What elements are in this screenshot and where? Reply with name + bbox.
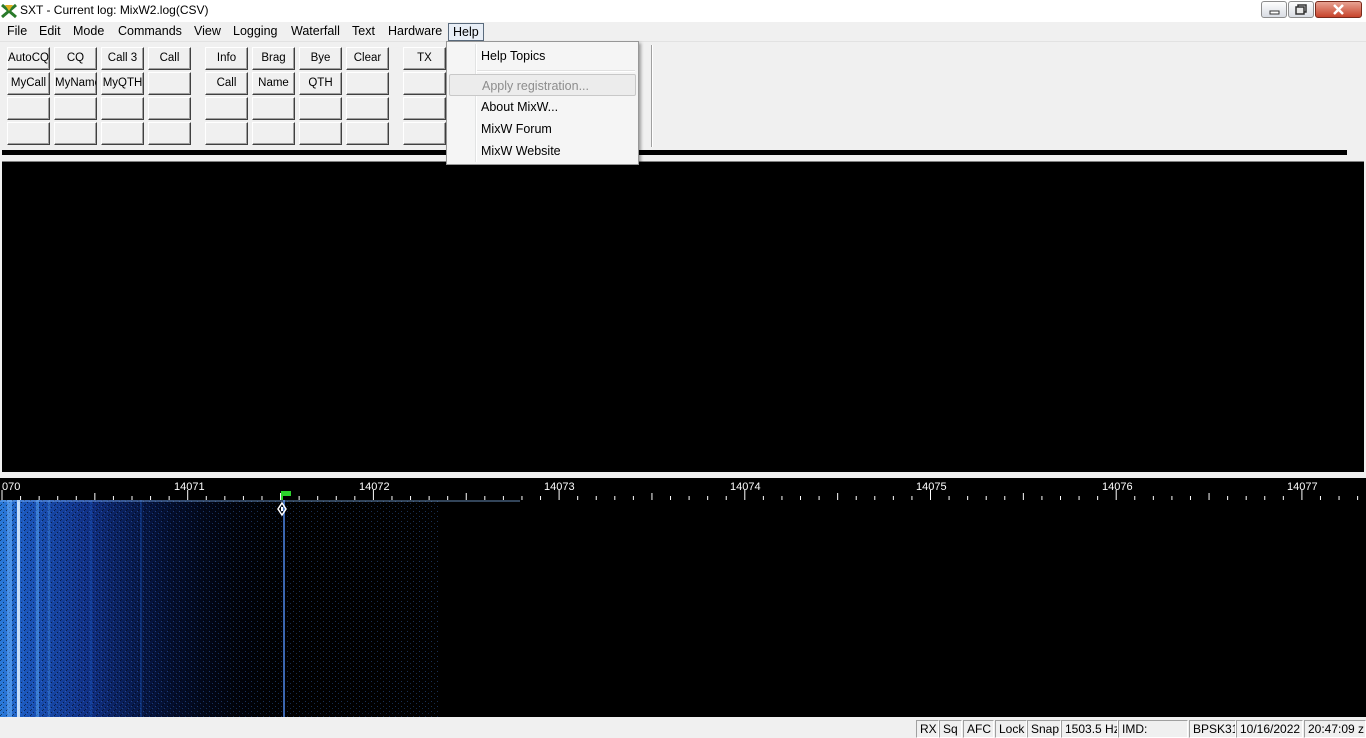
menu-item-about[interactable]: About MixW...	[449, 96, 636, 118]
macro-button[interactable]: Call	[205, 72, 248, 95]
status-frequency: 1503.5 Hz	[1061, 720, 1118, 738]
scale-label: 14077	[1287, 481, 1318, 493]
tx-text-strip	[0, 148, 1366, 157]
menu-view[interactable]: View	[190, 23, 225, 41]
menu-commands[interactable]: Commands	[114, 23, 186, 41]
macro-button[interactable]: MyCall	[7, 72, 50, 95]
menu-file[interactable]: File	[3, 23, 31, 41]
minimize-button[interactable]	[1261, 1, 1287, 18]
menu-separator	[477, 70, 635, 72]
macro-button[interactable]: QTH	[299, 72, 342, 95]
status-rx[interactable]: RX	[916, 720, 939, 738]
macro-button[interactable]	[54, 97, 97, 120]
macro-button[interactable]	[7, 122, 50, 145]
menu-hardware[interactable]: Hardware	[384, 23, 446, 41]
window-title: SXT - Current log: MixW2.log(CSV)	[20, 3, 209, 17]
scale-label: 14073	[544, 481, 575, 493]
macro-button[interactable]: Call 3	[101, 47, 144, 70]
menu-item-forum[interactable]: MixW Forum	[449, 118, 636, 140]
minimize-icon	[1269, 10, 1280, 15]
menu-help[interactable]: Help	[448, 23, 484, 41]
macro-button[interactable]	[205, 122, 248, 145]
macro-button[interactable]	[148, 122, 191, 145]
macro-button[interactable]: Brag	[252, 47, 295, 70]
macro-button[interactable]: Call	[148, 47, 191, 70]
menu-edit[interactable]: Edit	[35, 23, 65, 41]
status-imd: IMD:	[1118, 720, 1188, 738]
macro-button[interactable]	[403, 122, 446, 145]
status-time: 20:47:09 z	[1304, 720, 1366, 738]
scale-ticks	[1, 490, 1359, 500]
panel-divider	[651, 45, 653, 147]
macro-button[interactable]: MyName	[54, 72, 97, 95]
macro-button[interactable]	[7, 97, 50, 120]
macro-button[interactable]: CQ	[54, 47, 97, 70]
menu-logging[interactable]: Logging	[229, 23, 282, 41]
macro-button[interactable]	[403, 97, 446, 120]
status-bar: RX Sq AFC Lock Snap 1503.5 Hz IMD: BPSK3…	[0, 718, 1366, 738]
macro-button[interactable]	[252, 97, 295, 120]
tuning-flag-icon[interactable]	[280, 490, 294, 500]
tx-text-window[interactable]	[2, 150, 1347, 155]
close-icon	[1333, 4, 1344, 15]
waterfall-display[interactable]	[0, 500, 1366, 717]
menu-item-help-topics[interactable]: Help Topics	[449, 45, 636, 67]
cursor-marker-icon[interactable]	[276, 502, 288, 516]
close-button[interactable]	[1315, 1, 1362, 18]
macro-button[interactable]: Info	[205, 47, 248, 70]
scale-label: 14071	[174, 481, 205, 493]
macro-button[interactable]: TX	[403, 47, 446, 70]
restore-button[interactable]	[1288, 1, 1314, 18]
macro-button[interactable]	[299, 97, 342, 120]
macro-button-panel: AutoCQ CQ Call 3 Call Info Brag Bye Clear TX MyCa…	[0, 43, 1366, 150]
scale-label: 14072	[359, 481, 390, 493]
macro-button[interactable]	[346, 122, 389, 145]
macro-button[interactable]	[101, 97, 144, 120]
macro-button[interactable]	[205, 97, 248, 120]
scale-label: 14074	[730, 481, 761, 493]
status-mode[interactable]: BPSK31	[1189, 720, 1236, 738]
macro-button[interactable]	[346, 97, 389, 120]
status-afc[interactable]: AFC	[963, 720, 994, 738]
macro-button[interactable]	[346, 72, 389, 95]
waterfall-signal	[0, 500, 520, 717]
macro-button[interactable]	[148, 72, 191, 95]
rx-text-window[interactable]	[2, 161, 1364, 472]
status-lock[interactable]: Lock	[995, 720, 1027, 738]
frequency-scale[interactable]: 070 14071 14072 14073 14074 14075 14076 …	[0, 478, 1366, 500]
title-bar: SXT - Current log: MixW2.log(CSV)	[0, 0, 1366, 22]
macro-button[interactable]	[252, 122, 295, 145]
menu-item-apply-registration[interactable]: Apply registration...	[449, 74, 636, 96]
macro-button[interactable]: Clear	[346, 47, 389, 70]
scale-label: 14075	[916, 481, 947, 493]
status-snap[interactable]: Snap	[1027, 720, 1061, 738]
macro-button[interactable]: Bye	[299, 47, 342, 70]
scale-label: 14076	[1102, 481, 1133, 493]
app-icon	[1, 3, 17, 19]
macro-button[interactable]	[403, 72, 446, 95]
menu-item-website[interactable]: MixW Website	[449, 140, 636, 162]
restore-icon	[1295, 4, 1307, 15]
macro-button[interactable]: Name	[252, 72, 295, 95]
menu-bar: File Edit Mode Commands View Logging Wat…	[0, 22, 1366, 42]
macro-button[interactable]	[148, 97, 191, 120]
macro-button[interactable]	[101, 122, 144, 145]
help-dropdown-menu: Help Topics Apply registration... About …	[446, 41, 639, 165]
macro-button[interactable]: MyQTH	[101, 72, 144, 95]
status-date: 10/16/2022	[1236, 720, 1303, 738]
menu-waterfall[interactable]: Waterfall	[287, 23, 344, 41]
macro-button[interactable]	[299, 122, 342, 145]
macro-button[interactable]	[54, 122, 97, 145]
macro-button[interactable]: AutoCQ	[7, 47, 50, 70]
menu-mode[interactable]: Mode	[69, 23, 108, 41]
menu-text[interactable]: Text	[348, 23, 379, 41]
status-sq[interactable]: Sq	[939, 720, 962, 738]
scale-label: 070	[2, 481, 21, 493]
